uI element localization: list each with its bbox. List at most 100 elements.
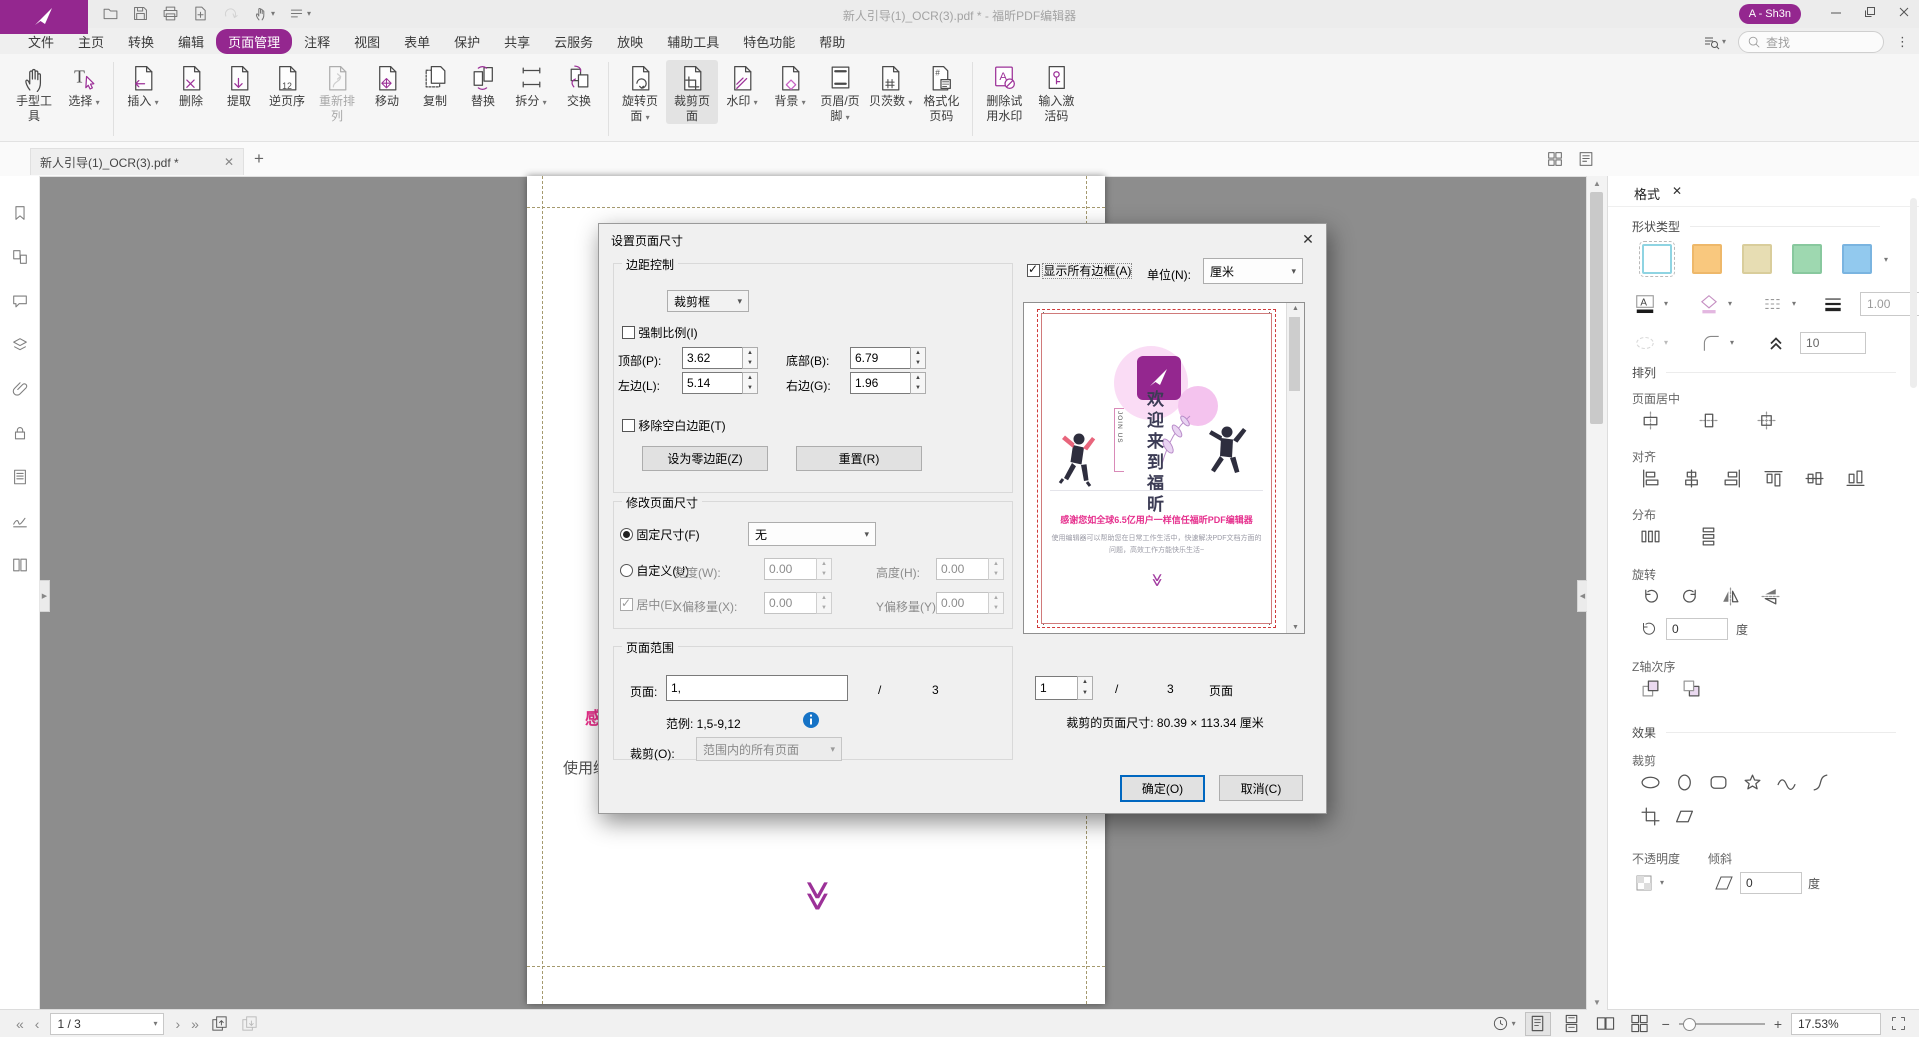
single-page-view-icon[interactable] [1525, 1012, 1551, 1036]
pages-input[interactable] [666, 675, 848, 701]
parallelogram-icon[interactable] [1674, 806, 1695, 827]
zoom-slider[interactable] [1679, 1023, 1765, 1025]
top-margin-stepper[interactable]: ▲▼ [742, 347, 758, 369]
fixed-size-radio[interactable]: 固定尺寸(F) [620, 526, 700, 543]
line-style-icon[interactable] [1762, 293, 1784, 315]
right-margin-input[interactable] [850, 372, 910, 394]
align-middle-icon[interactable] [1804, 468, 1825, 489]
comments-icon[interactable] [11, 292, 29, 310]
panel-close-icon[interactable]: ✕ [1672, 184, 1682, 198]
hand-gesture-icon[interactable]: ▾ [252, 5, 275, 22]
fill-color-caret[interactable]: ▾ [1664, 300, 1668, 308]
left-margin-stepper[interactable]: ▲▼ [742, 372, 758, 394]
tool-header-footer[interactable]: 页眉/页脚 ▾ [814, 60, 866, 124]
tool-background[interactable]: 背景 ▾ [766, 60, 814, 109]
show-boxes-checkbox[interactable]: 显示所有边框(A) [1027, 262, 1131, 279]
shape-fill-caret[interactable]: ▾ [1728, 300, 1732, 308]
app-logo[interactable] [0, 0, 88, 34]
attachments-icon[interactable] [11, 380, 29, 398]
close-button[interactable] [1897, 5, 1911, 19]
center-horizontal-icon[interactable] [1640, 410, 1661, 431]
tab-close-icon[interactable]: ✕ [224, 155, 234, 169]
tool-duplicate-pages[interactable]: 复制 [411, 60, 459, 109]
first-page-icon[interactable]: « [16, 1016, 24, 1032]
new-tab-button[interactable]: + [254, 149, 264, 169]
zoom-slider-knob[interactable] [1683, 1018, 1696, 1031]
corner-radius-icon[interactable] [1700, 332, 1722, 354]
security-icon[interactable] [11, 424, 29, 442]
ok-button[interactable]: 确定(O) [1120, 775, 1205, 802]
tool-select-tool[interactable]: T选择 ▾ [60, 60, 108, 109]
align-left-icon[interactable] [1640, 468, 1661, 489]
menu-item-present[interactable]: 放映 [605, 29, 655, 54]
panel-scrollbar[interactable] [1910, 198, 1917, 388]
insert-page-icon[interactable] [192, 5, 209, 22]
flip-horizontal-icon[interactable] [1720, 586, 1741, 607]
remove-margins-checkbox-box[interactable] [622, 419, 635, 432]
menu-item-edit[interactable]: 编辑 [166, 29, 216, 54]
preview-page-stepper[interactable]: ▲▼ [1077, 676, 1093, 700]
skew-icon[interactable] [1714, 873, 1734, 893]
format-tab[interactable]: 格式 [1634, 184, 1660, 203]
double-chevron-up-icon[interactable] [1766, 333, 1786, 353]
swatch-more-caret[interactable]: ▾ [1884, 256, 1888, 264]
left-margin-input[interactable] [682, 372, 742, 394]
distribute-horizontal-icon[interactable] [1640, 526, 1661, 547]
custom-size-radio-button[interactable] [620, 564, 633, 577]
print-icon[interactable] [162, 5, 179, 22]
wave-icon[interactable] [1776, 772, 1797, 793]
zero-margins-button[interactable]: 设为零边距(Z) [642, 446, 768, 471]
preview-scroll-thumb[interactable] [1289, 317, 1300, 391]
cancel-button[interactable]: 取消(C) [1219, 775, 1303, 801]
constrain-checkbox-box[interactable] [622, 326, 635, 339]
customize-toolbar-icon[interactable]: ▾ [288, 5, 311, 22]
fullscreen-icon[interactable] [1890, 1015, 1907, 1032]
menu-item-convert[interactable]: 转换 [116, 29, 166, 54]
tool-watermark[interactable]: 水印 ▾ [718, 60, 766, 109]
tool-format-page-numbers[interactable]: #格式化页码 [915, 60, 967, 124]
skew-input[interactable] [1740, 872, 1802, 894]
menu-item-cloud[interactable]: 云服务 [542, 29, 605, 54]
facing-continuous-view-icon[interactable] [1627, 1012, 1653, 1036]
articles-icon[interactable] [11, 468, 29, 486]
shape-swatch-3[interactable] [1792, 244, 1822, 274]
menu-item-help[interactable]: 帮助 [807, 29, 857, 54]
box-type-select[interactable]: 裁剪框▾ [667, 290, 749, 312]
menu-item-page-management[interactable]: 页面管理 [216, 29, 292, 54]
rounded-rect-icon[interactable] [1708, 772, 1729, 793]
signature-icon[interactable] [11, 512, 29, 530]
more-options-icon[interactable]: ⋮ [1896, 34, 1909, 50]
align-bottom-icon[interactable] [1845, 468, 1866, 489]
tool-reverse-pages[interactable]: 12逆页序 [263, 60, 311, 109]
search-input[interactable]: 查找 [1738, 31, 1884, 53]
rotate-angle-input[interactable] [1666, 618, 1728, 640]
ellipse-icon[interactable] [1640, 772, 1661, 793]
flip-vertical-icon[interactable] [1760, 586, 1781, 607]
right-margin-stepper[interactable]: ▲▼ [910, 372, 926, 394]
shape-swatch-0[interactable] [1642, 244, 1672, 274]
line-weight-icon[interactable] [1822, 293, 1844, 315]
reading-history-icon[interactable]: ▾ [1492, 1015, 1516, 1032]
next-view-icon[interactable] [240, 1014, 259, 1033]
rotate-left-icon[interactable] [1640, 586, 1661, 607]
bring-forward-icon[interactable] [1640, 678, 1661, 699]
bottom-margin-input[interactable] [850, 347, 910, 369]
tool-remove-trial-watermark[interactable]: A删除试用水印 [978, 60, 1030, 124]
crop-box-outline[interactable]: JOIN US 欢迎来到福昕 感谢您如全球6.5亿用户一样信任福昕PDF编辑器 … [1037, 309, 1276, 628]
align-right-icon[interactable] [1722, 468, 1743, 489]
rotate-angle-icon[interactable] [1638, 619, 1658, 639]
fixed-size-radio-button[interactable] [620, 528, 633, 541]
previous-page-icon[interactable]: ‹ [35, 1016, 40, 1032]
zoom-out-icon[interactable]: − [1662, 1016, 1670, 1032]
dialog-close-icon[interactable]: ✕ [1298, 229, 1318, 249]
scroll-down-icon[interactable]: ▼ [1587, 998, 1607, 1007]
preview-scroll-down-icon[interactable]: ▼ [1287, 624, 1304, 631]
tool-swap-pages[interactable]: 交换 [555, 60, 603, 109]
opacity-caret[interactable]: ▾ [1660, 879, 1664, 887]
page-layout-icon[interactable] [1577, 150, 1595, 168]
account-badge[interactable]: A - Sh3n [1739, 4, 1801, 24]
star-icon[interactable] [1742, 772, 1763, 793]
scroll-up-icon[interactable]: ▲ [1587, 179, 1607, 188]
tool-move-pages[interactable]: 移动 [363, 60, 411, 109]
center-vertical-icon[interactable] [1698, 410, 1719, 431]
